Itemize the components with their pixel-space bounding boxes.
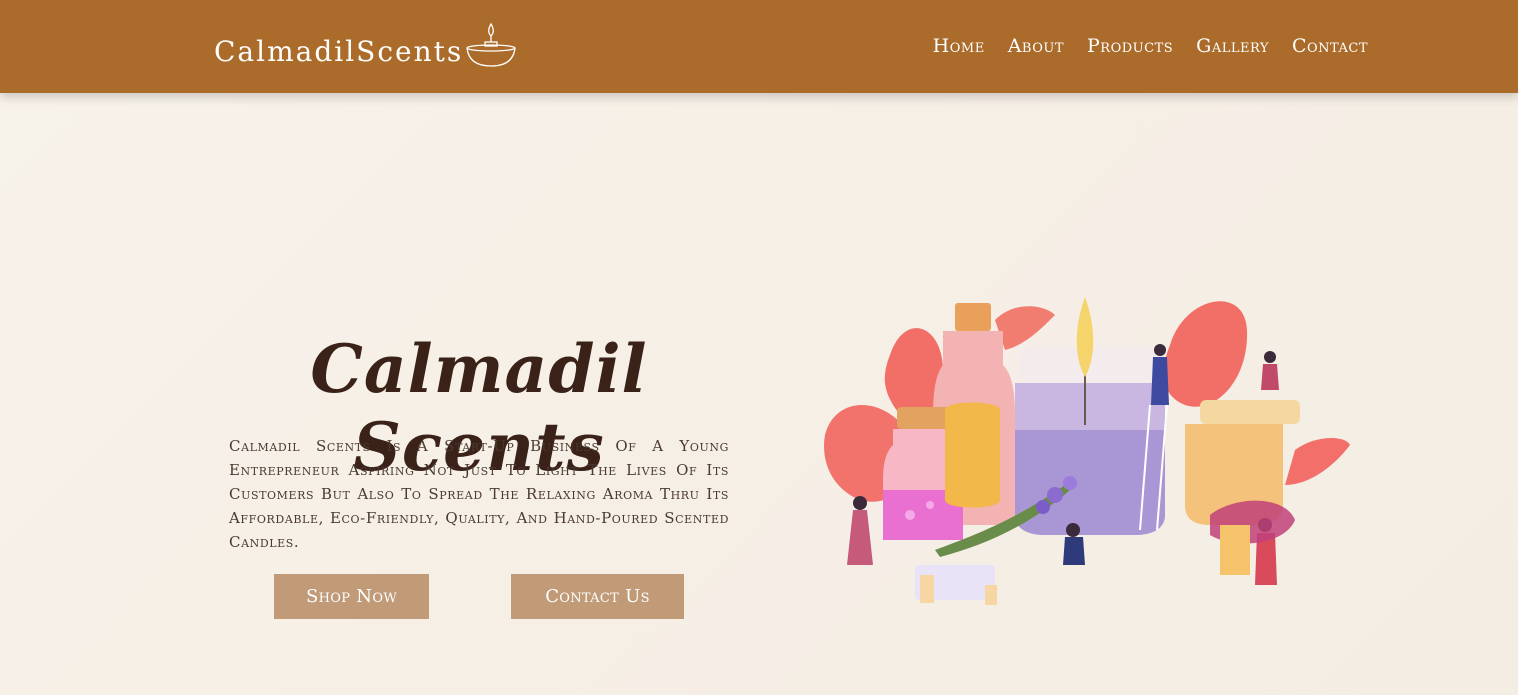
contact-us-button[interactable]: Contact Us [511, 574, 684, 619]
nav-products[interactable]: Products [1087, 30, 1173, 62]
hero-description: Calmadil Scents Is A Start-Up Business O… [229, 437, 729, 551]
candle-bowl-icon [466, 22, 516, 67]
nav-contact[interactable]: Contact [1292, 30, 1368, 62]
navbar: CalmadilScents Home About Products Galle… [0, 0, 1518, 93]
candle-making-illustration [824, 297, 1350, 605]
brand-name: CalmadilScents [214, 35, 464, 68]
nav-home[interactable]: Home [933, 30, 985, 62]
shop-now-button[interactable]: Shop Now [274, 574, 429, 619]
nav-gallery[interactable]: Gallery [1196, 30, 1269, 62]
brand-logo[interactable]: CalmadilScents [214, 16, 517, 70]
main-nav: Home About Products Gallery Contact [933, 30, 1368, 62]
nav-about[interactable]: About [1008, 30, 1064, 62]
